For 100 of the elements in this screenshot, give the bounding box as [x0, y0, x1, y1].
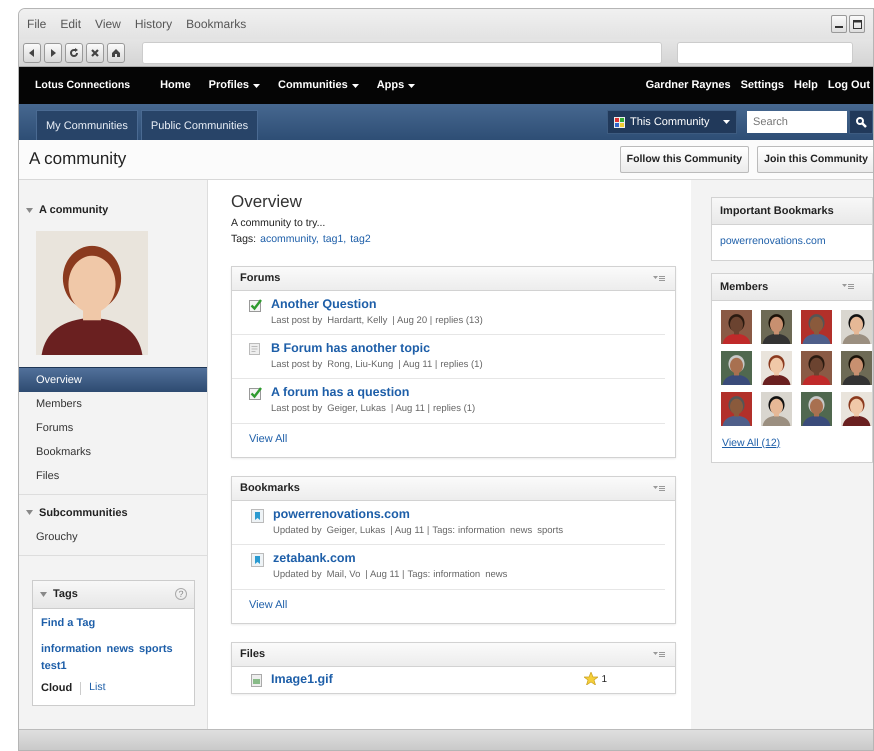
topic-link[interactable]: Another Question [271, 296, 483, 312]
find-tag-link[interactable]: Find a Tag [41, 614, 186, 631]
menu-icon[interactable] [842, 283, 854, 290]
page-title: A community [29, 149, 126, 170]
tag-link[interactable]: acommunity, [260, 232, 319, 248]
tag-link[interactable]: information [458, 524, 506, 538]
author-link[interactable]: Geiger, Lukas [326, 524, 386, 538]
search-button[interactable] [849, 110, 873, 134]
menu-icon[interactable] [653, 651, 665, 658]
sidebar-item[interactable]: Overview [19, 366, 207, 392]
tag-link[interactable]: tag1, [322, 232, 346, 248]
tag-link[interactable]: sports [537, 524, 564, 538]
menu-item[interactable]: History [134, 15, 172, 33]
meta-text: Updated by [273, 568, 322, 582]
address-field[interactable] [142, 42, 662, 64]
brand-link[interactable]: Lotus Connections [35, 78, 130, 94]
close-icon[interactable] [90, 48, 100, 58]
nav-link[interactable]: Profiles [208, 77, 260, 94]
back-button[interactable] [23, 42, 41, 62]
nav-link[interactable]: Apps [376, 77, 416, 94]
sidebar-item[interactable]: Files [19, 464, 207, 488]
meta-text: Tags: [408, 568, 430, 582]
menu-item[interactable]: Edit [60, 15, 82, 33]
bookmark-icon [251, 509, 264, 524]
topic-link[interactable]: B Forum has another topic [271, 341, 483, 356]
menu-icon[interactable] [653, 274, 665, 282]
tag-link[interactable]: information [41, 641, 102, 658]
meta-text: Updated by [273, 524, 322, 538]
collapse-icon[interactable] [26, 208, 33, 213]
author-link[interactable]: Rong, Liu-Kung [327, 358, 394, 372]
star-icon [584, 672, 598, 686]
bookmark-link[interactable]: powerrenovations.com [273, 507, 564, 522]
stop-button[interactable] [86, 42, 104, 62]
maximize-button[interactable] [849, 15, 865, 33]
view-all-link[interactable]: View All [232, 590, 675, 624]
author-link[interactable]: Hardartt, Kelly [327, 314, 388, 328]
meta-text: | Aug 20 | [392, 314, 432, 328]
tag-link[interactable]: tag2 [350, 232, 371, 248]
bookmark-icon [251, 553, 264, 568]
file-link[interactable]: Image1.gif [271, 672, 333, 688]
section-title: Subcommunities [39, 506, 128, 520]
card-title: Members [720, 280, 768, 294]
collapse-icon[interactable] [40, 592, 47, 597]
author-link[interactable]: Geiger, Lukas [327, 402, 386, 417]
sidebar-item[interactable]: Grouchy [19, 525, 207, 549]
back-icon[interactable] [27, 48, 37, 58]
tag-link[interactable]: sports [139, 641, 173, 658]
bookmark-link[interactable]: zetabank.com [273, 551, 508, 566]
view-all-link[interactable]: View All (12) [712, 426, 872, 462]
menu-item[interactable]: File [27, 15, 46, 33]
view-toggle-link[interactable]: List [89, 680, 106, 696]
bookmark-link[interactable]: powerrenovations.com [720, 235, 826, 247]
view-toggle-link[interactable]: Cloud [41, 680, 72, 696]
menu-item[interactable]: View [95, 15, 121, 33]
meta-text: Last post by [271, 358, 322, 372]
minimize-button[interactable] [831, 15, 847, 33]
maximize-icon[interactable] [852, 20, 862, 28]
tag-link[interactable]: information [433, 568, 480, 583]
meta-text: replies (1) [440, 358, 483, 372]
home-button[interactable] [107, 42, 125, 62]
collapse-icon[interactable] [26, 510, 33, 516]
browser-search-field[interactable] [677, 42, 853, 64]
nav-link[interactable]: Help [794, 77, 818, 94]
reload-button[interactable] [65, 42, 83, 62]
card-title: Files [240, 647, 266, 662]
menu-item[interactable]: Bookmarks [186, 15, 246, 33]
tag-link[interactable]: test1 [41, 658, 67, 674]
sidebar-item[interactable]: Bookmarks [19, 440, 207, 464]
view-all-link[interactable]: View All [232, 424, 675, 458]
community-tab[interactable]: Public Communities [140, 110, 258, 140]
action-button[interactable]: Join this Community [757, 146, 873, 174]
forward-button[interactable] [44, 42, 62, 62]
card-title: Forums [240, 271, 280, 286]
sidebar-title: A community [39, 203, 108, 218]
nav-link[interactable]: Gardner Raynes [646, 77, 731, 94]
reload-icon[interactable] [69, 48, 79, 58]
author-link[interactable]: Mail, Vo [326, 568, 360, 583]
topic-link[interactable]: A forum has a question [271, 385, 476, 400]
nav-link[interactable]: Log Out [828, 77, 870, 94]
section-heading: Overview [231, 192, 303, 212]
tag-link[interactable]: news [510, 524, 532, 538]
sidebar-item[interactable]: Forums [19, 416, 207, 440]
nav-link[interactable]: Communities [278, 77, 359, 94]
forward-icon[interactable] [48, 48, 58, 58]
nav-link[interactable]: Home [160, 77, 191, 94]
community-tab[interactable]: My Communities [36, 110, 138, 140]
tags-label: Tags: [231, 232, 256, 248]
community-icon [614, 116, 625, 128]
scope-dropdown[interactable]: This Community [607, 110, 737, 134]
tag-link[interactable]: news [106, 641, 134, 658]
search-icon[interactable] [856, 116, 866, 128]
home-icon[interactable] [111, 48, 121, 58]
menu-icon[interactable] [653, 485, 665, 492]
sidebar-item[interactable]: Members [19, 392, 207, 416]
tag-link[interactable]: news [485, 568, 508, 583]
action-button[interactable]: Follow this Community [620, 146, 750, 174]
nav-link[interactable]: Settings [740, 77, 784, 94]
meta-text: | Aug 11 | [390, 524, 430, 538]
caret-icon [723, 120, 730, 124]
search-field[interactable]: Search [747, 111, 847, 133]
